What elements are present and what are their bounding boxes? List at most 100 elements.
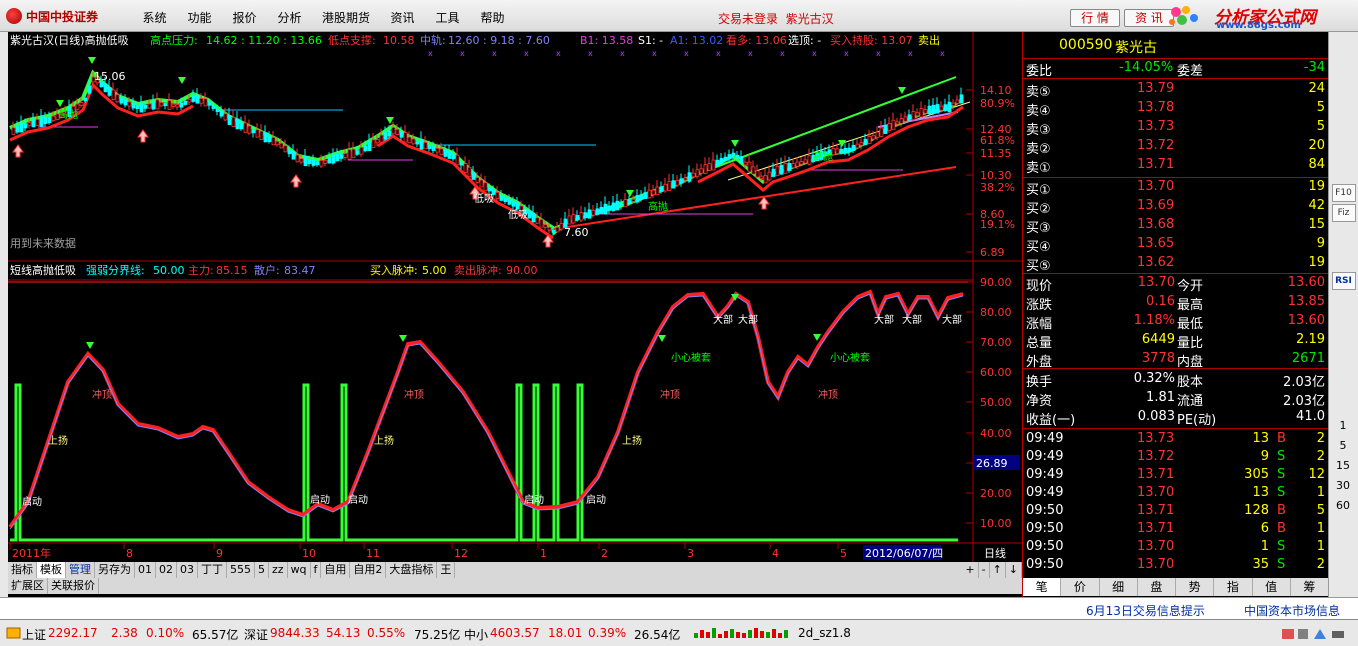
period-1min[interactable]: 1 [1329,419,1357,432]
stat2-row[interactable]: 收益(一) 0.083 PE(动) 41.0 [1023,408,1329,428]
zx-label[interactable]: 中小 [464,626,488,643]
period-5min[interactable]: 5 [1329,439,1357,452]
market-bar [694,633,698,638]
bid-row[interactable]: 买② 13.69 42 [1023,197,1329,217]
tb-market-indicator[interactable]: 大盘指标 [386,562,438,578]
tb-custom2[interactable]: 自用2 [350,562,387,578]
menu-tools[interactable]: 工具 [425,9,470,26]
zoom-in-button[interactable]: + [962,562,979,578]
menu-hk-futures[interactable]: 港股期货 [312,9,380,26]
tick-row[interactable]: 09:49 13.72 9 S 2 [1023,448,1329,467]
ask-row[interactable]: 卖⑤ 13.79 24 [1023,80,1329,100]
menu-analysis[interactable]: 分析 [267,9,312,26]
stat-row[interactable]: 外盘 3778 内盘 2671 [1023,350,1329,370]
tb-save-as[interactable]: 另存为 [95,562,135,578]
tb-extension-area[interactable]: 扩展区 [8,578,48,594]
sh-label[interactable]: 上证 [22,626,46,643]
zoom-out-button[interactable]: - [979,562,990,578]
tb-f[interactable]: f [311,562,322,578]
menu-function[interactable]: 功能 [177,9,222,26]
kline-chart-svg[interactable]: 紫光古汉(日线)高抛低吸 高点压力: 14.62 : 11.20 : 13.66… [8,32,1022,562]
tb-wang[interactable]: 王 [437,562,456,578]
tb-zz[interactable]: zz [269,562,288,578]
menu-help[interactable]: 帮助 [470,9,515,26]
tick-row[interactable]: 09:50 13.70 1 S 1 [1023,538,1329,557]
candle-body [127,101,132,107]
tb-wq[interactable]: wq [288,562,311,578]
bid-row[interactable]: 买⑤ 13.62 19 [1023,254,1329,274]
menu-news[interactable]: 资讯 [380,9,425,26]
tray-icons[interactable] [1280,626,1350,645]
quote-tab[interactable]: 势 [1176,578,1215,596]
candle-body [31,119,36,128]
ask-row[interactable]: 卖④ 13.78 5 [1023,99,1329,119]
stat-row[interactable]: 总量 6449 量比 2.19 [1023,331,1329,351]
tick-row[interactable]: 09:49 13.73 13 B 2 [1023,430,1329,449]
tick-row[interactable]: 09:50 13.71 6 B 1 [1023,520,1329,539]
tb-dingding[interactable]: 丁丁 [198,562,227,578]
candle-body [243,122,248,133]
menu-system[interactable]: 系统 [132,9,177,26]
candle-body [699,168,704,174]
tb-555[interactable]: 555 [227,562,255,578]
quote-tab[interactable]: 指 [1214,578,1253,596]
menu-quote[interactable]: 报价 [222,9,267,26]
tick-volume: 13 [1252,485,1269,500]
period-15min[interactable]: 15 [1329,459,1357,472]
tool-f10[interactable]: F10 [1331,184,1356,202]
tick-row[interactable]: 09:49 13.70 13 S 1 [1023,484,1329,503]
ask-row[interactable]: 卖① 13.71 84 [1023,156,1329,176]
qidong-label: 启动 [524,493,544,506]
login-status[interactable]: 交易未登录 紫光古汉 [718,10,834,27]
period-60min[interactable]: 60 [1329,499,1357,512]
tool-rsi[interactable]: RSI [1331,272,1356,290]
time-tick-label: 8 [126,547,133,560]
quote-tab[interactable]: 值 [1253,578,1291,596]
tb-5[interactable]: 5 [255,562,269,578]
stat-row[interactable]: 现价 13.70 今开 13.60 [1023,274,1329,294]
market-info-link[interactable]: 中国资本市场信息 [1244,602,1340,619]
stat-row[interactable]: 涨跌 0.16 最高 13.85 [1023,293,1329,313]
candle-body [467,166,472,178]
tick-time: 09:50 [1026,557,1064,572]
ask-row[interactable]: 卖② 13.72 20 [1023,137,1329,157]
candle-body [251,129,256,134]
quote-tab[interactable]: 笔 [1023,578,1062,596]
tb-template[interactable]: 模板 [37,562,66,578]
stat-label: 量比 [1177,336,1204,351]
quote-tab[interactable]: 价 [1061,578,1100,596]
tb-01[interactable]: 01 [135,562,156,578]
tb-indicator[interactable]: 指标 [8,562,37,578]
stat2-row[interactable]: 换手 0.32% 股本 2.03亿 [1023,370,1329,390]
candle-body [515,202,520,210]
trade-info-link[interactable]: 6月13日交易信息提示 [1086,602,1205,619]
tick-row[interactable]: 09:49 13.71 305 S 12 [1023,466,1329,485]
tb-02[interactable]: 02 [156,562,177,578]
tick-row[interactable]: 09:50 13.71 128 B 5 [1023,502,1329,521]
quote-tabs: 笔价细盘势指值筹 [1023,578,1329,596]
bid-row[interactable]: 买① 13.70 19 [1023,178,1329,198]
sz-label[interactable]: 深证 [244,626,268,643]
tb-manage[interactable]: 管理 [66,562,95,578]
tb-03[interactable]: 03 [177,562,198,578]
quote-button[interactable]: 行 情 [1070,9,1120,27]
top-marker: x [524,49,529,58]
tool-fiz[interactable]: Fiz [1331,204,1356,222]
quote-tab[interactable]: 筹 [1291,578,1329,596]
scroll-down-button[interactable]: ↓ [1006,562,1022,578]
bid-row[interactable]: 买④ 13.65 9 [1023,235,1329,255]
chart-area[interactable]: 紫光古汉(日线)高抛低吸 高点压力: 14.62 : 11.20 : 13.66… [8,32,1022,562]
scroll-up-button[interactable]: ↑ [990,562,1006,578]
tb-linked-quote[interactable]: 关联报价 [48,578,99,594]
bid-row[interactable]: 买③ 13.68 15 [1023,216,1329,236]
weibi-value: -14.05% [1119,60,1174,75]
tb-custom[interactable]: 自用 [321,562,351,578]
tick-row[interactable]: 09:50 13.70 35 S 2 [1023,556,1329,575]
ask-row[interactable]: 卖③ 13.73 5 [1023,118,1329,138]
period-30min[interactable]: 30 [1329,479,1357,492]
period-label[interactable]: 日线 [984,546,1006,560]
quote-tab[interactable]: 盘 [1138,578,1176,596]
quote-tab[interactable]: 细 [1100,578,1138,596]
stat2-row[interactable]: 净资 1.81 流通 2.03亿 [1023,389,1329,409]
stat-row[interactable]: 涨幅 1.18% 最低 13.60 [1023,312,1329,332]
